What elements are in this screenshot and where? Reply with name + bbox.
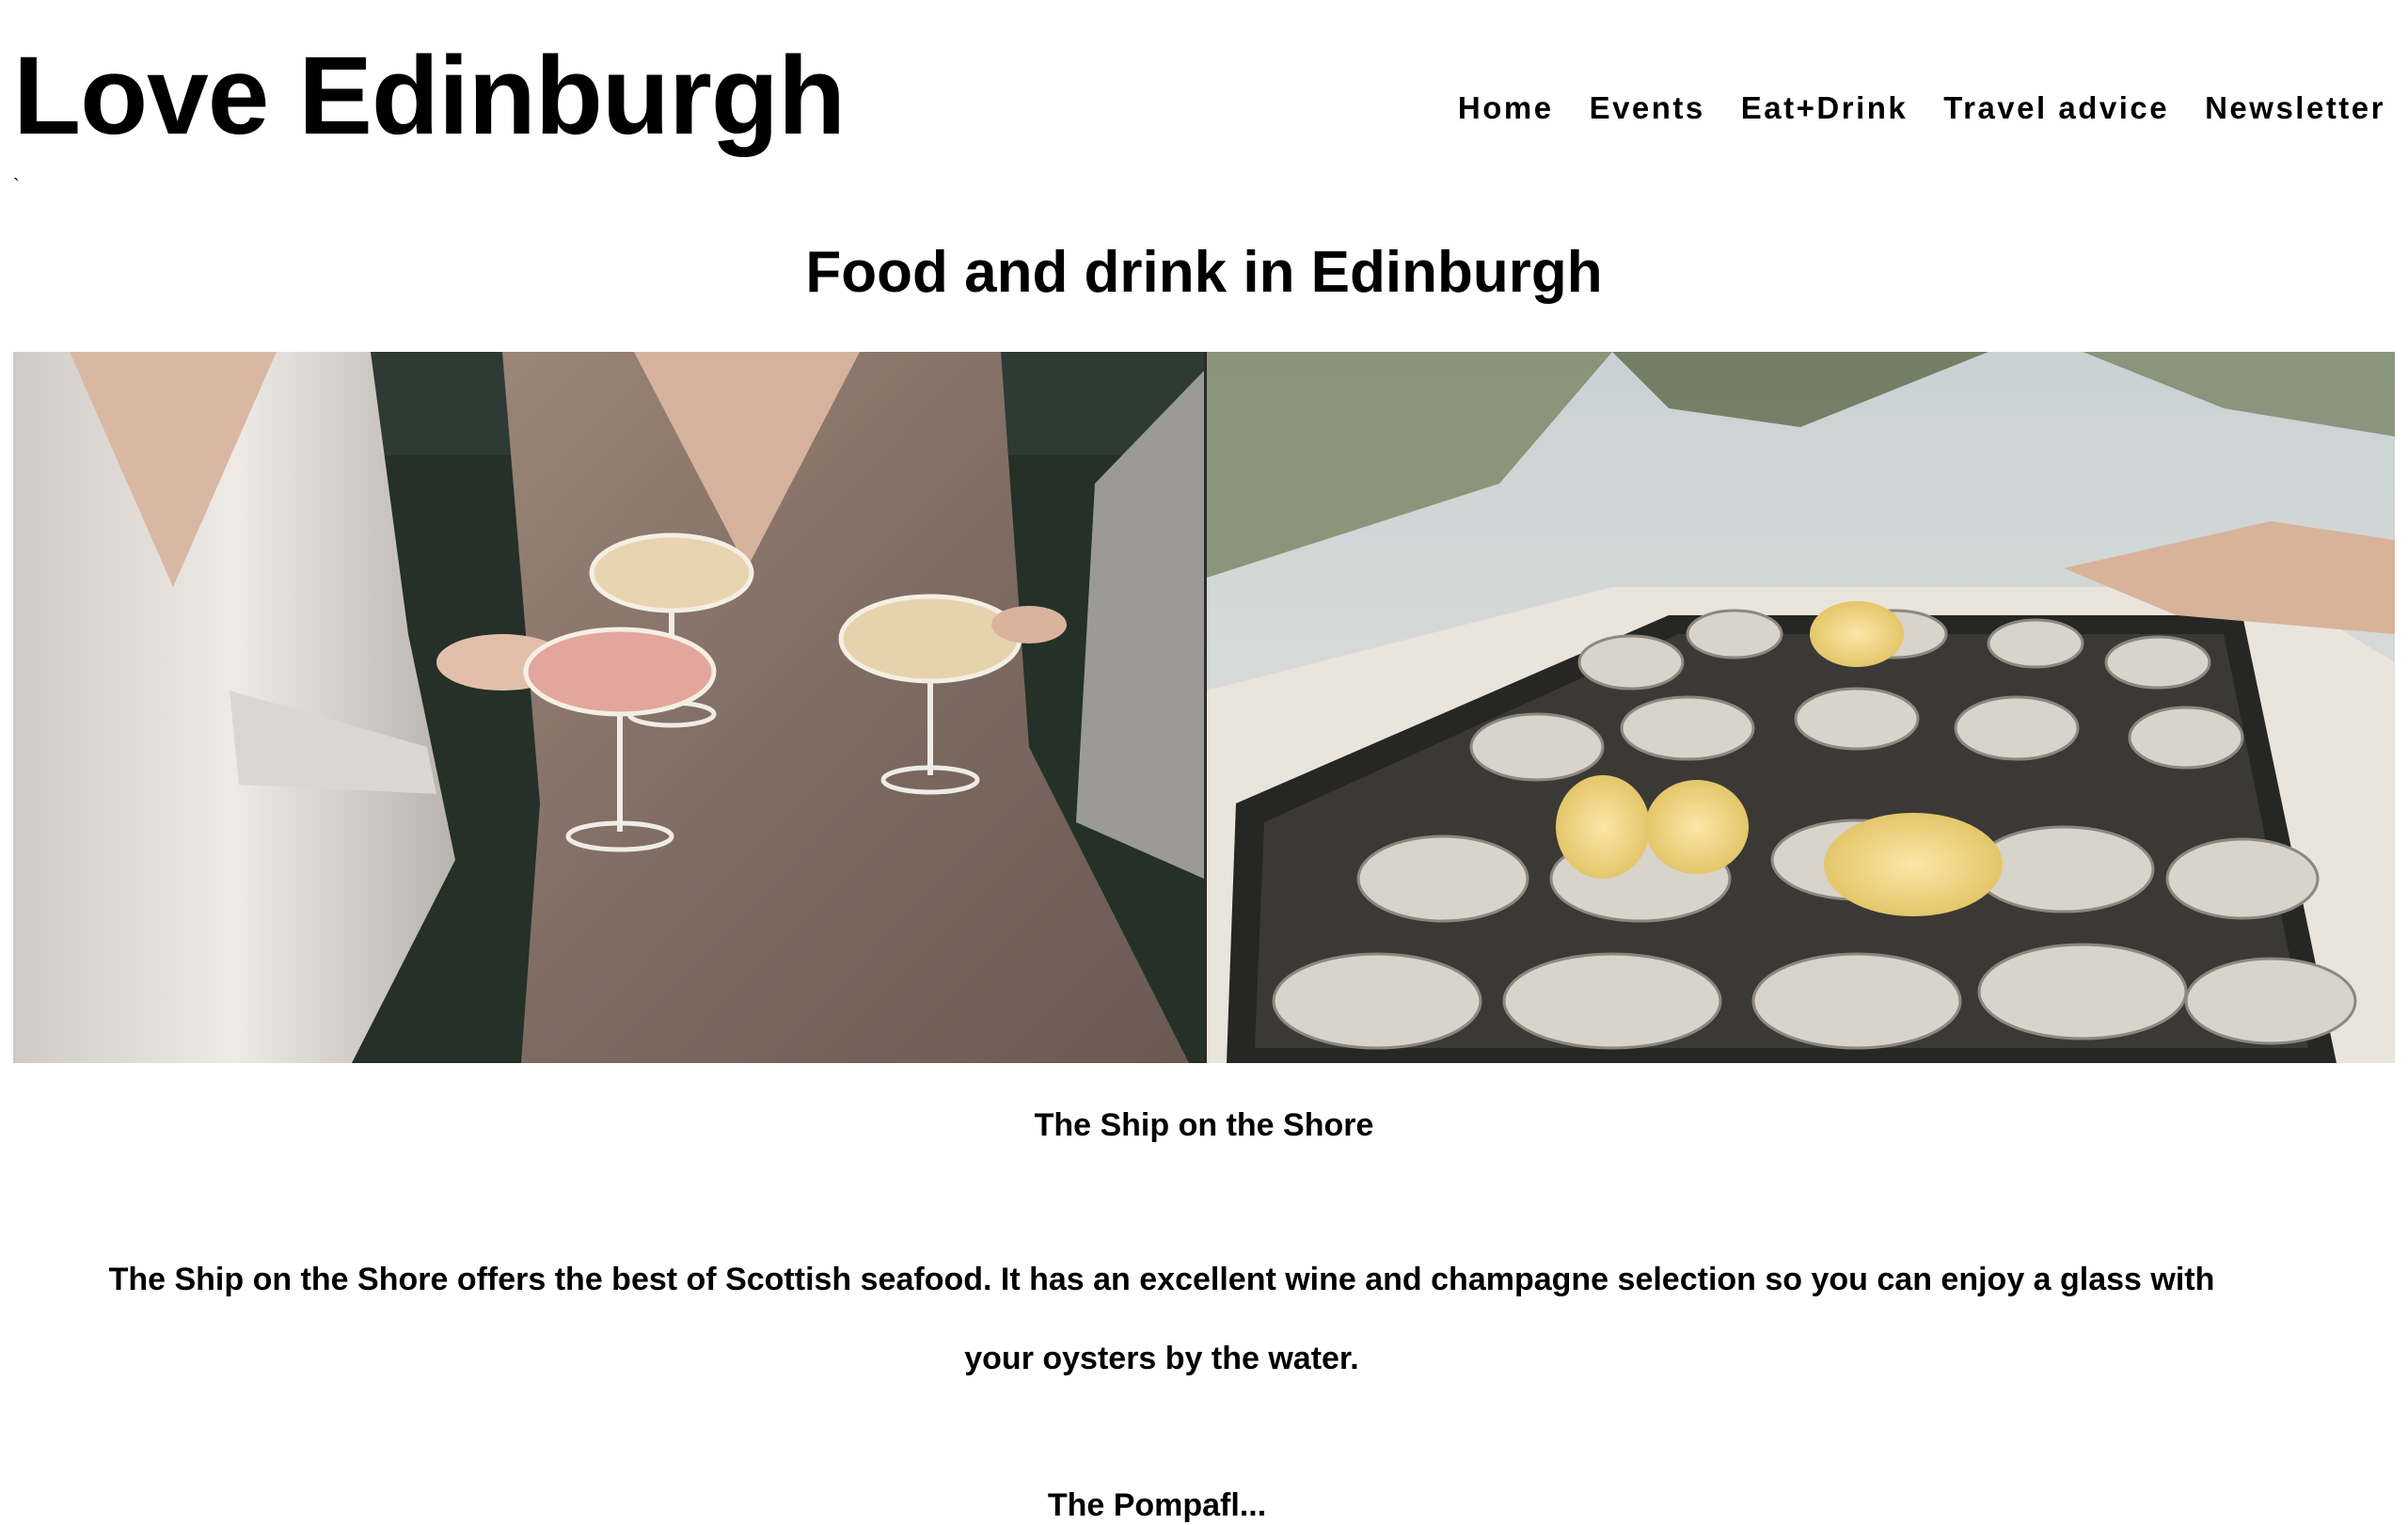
hero-image-strip [13,352,2395,1063]
nav-newsletter-link[interactable]: Newsletter [2205,90,2385,126]
nav-eat-drink-link[interactable]: Eat+Drink [1741,90,1908,126]
photo-oyster-platter [1207,352,2395,1063]
site-title[interactable]: Love Edinburgh [13,35,846,158]
venue-description: The Ship on the Shore offers the best of… [108,1262,2215,1376]
nav-home-link[interactable]: Home [1458,90,1554,126]
next-venue-heading: The Pompafl... [1047,1487,1267,1523]
page-title: Food and drink in Edinburgh [805,240,1603,305]
photo-champagne-toast [13,352,1204,1063]
venue-heading: The Ship on the Shore [1034,1107,1374,1143]
nav-travel-advice-link[interactable]: Travel advice [1943,90,2169,126]
site-header: Love Edinburgh ` Home Events Eat+Drink T… [0,0,2408,198]
nav-events-link[interactable]: Events [1590,90,1705,126]
stray-character: ` [13,176,20,197]
main-nav: Home Events Eat+Drink Travel advice News… [1458,90,2385,126]
